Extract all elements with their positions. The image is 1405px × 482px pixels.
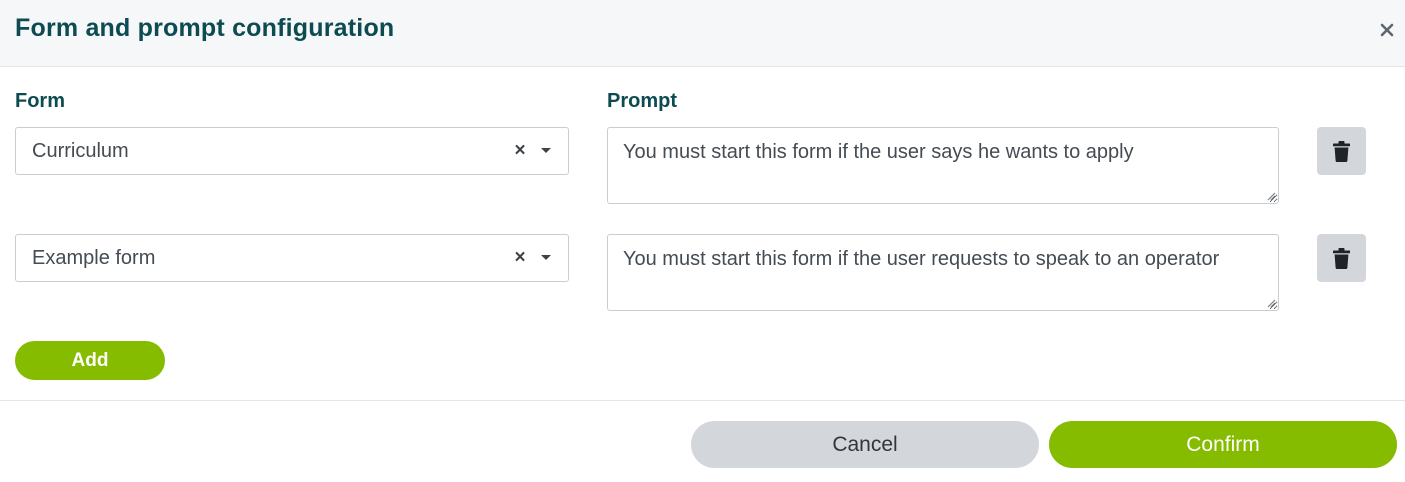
prompt-column-label: Prompt: [607, 90, 677, 112]
chevron-down-icon[interactable]: [541, 255, 551, 260]
resize-handle-icon[interactable]: [1266, 298, 1276, 308]
cancel-button[interactable]: Cancel: [691, 421, 1039, 468]
clear-selection-icon[interactable]: ×: [511, 139, 529, 163]
prompt-text: You must start this form if the user req…: [623, 248, 1220, 270]
close-icon: [1380, 23, 1394, 37]
form-select[interactable]: Curriculum ×: [15, 127, 569, 175]
footer-divider: [0, 400, 1405, 401]
form-select-value: Example form: [32, 247, 156, 269]
trash-icon: [1333, 247, 1350, 269]
prompt-text: You must start this form if the user say…: [623, 141, 1134, 163]
trash-icon: [1333, 140, 1350, 162]
form-column-label: Form: [15, 90, 65, 112]
add-row-button[interactable]: Add: [15, 341, 165, 380]
resize-handle-icon[interactable]: [1266, 191, 1276, 201]
chevron-down-icon[interactable]: [541, 148, 551, 153]
confirm-button[interactable]: Confirm: [1049, 421, 1397, 468]
prompt-textarea[interactable]: You must start this form if the user say…: [607, 127, 1279, 204]
form-prompt-config-dialog: Form and prompt configuration Form Promp…: [0, 0, 1405, 482]
close-button[interactable]: [1375, 16, 1399, 44]
dialog-header: Form and prompt configuration: [0, 0, 1405, 67]
clear-selection-icon[interactable]: ×: [511, 246, 529, 270]
config-row: Example form × You must start this form …: [0, 234, 1405, 312]
dialog-title: Form and prompt configuration: [15, 14, 395, 42]
delete-row-button[interactable]: [1317, 234, 1366, 282]
prompt-textarea[interactable]: You must start this form if the user req…: [607, 234, 1279, 311]
delete-row-button[interactable]: [1317, 127, 1366, 175]
config-row: Curriculum × You must start this form if…: [0, 127, 1405, 205]
form-select-value: Curriculum: [32, 140, 129, 162]
form-select[interactable]: Example form ×: [15, 234, 569, 282]
